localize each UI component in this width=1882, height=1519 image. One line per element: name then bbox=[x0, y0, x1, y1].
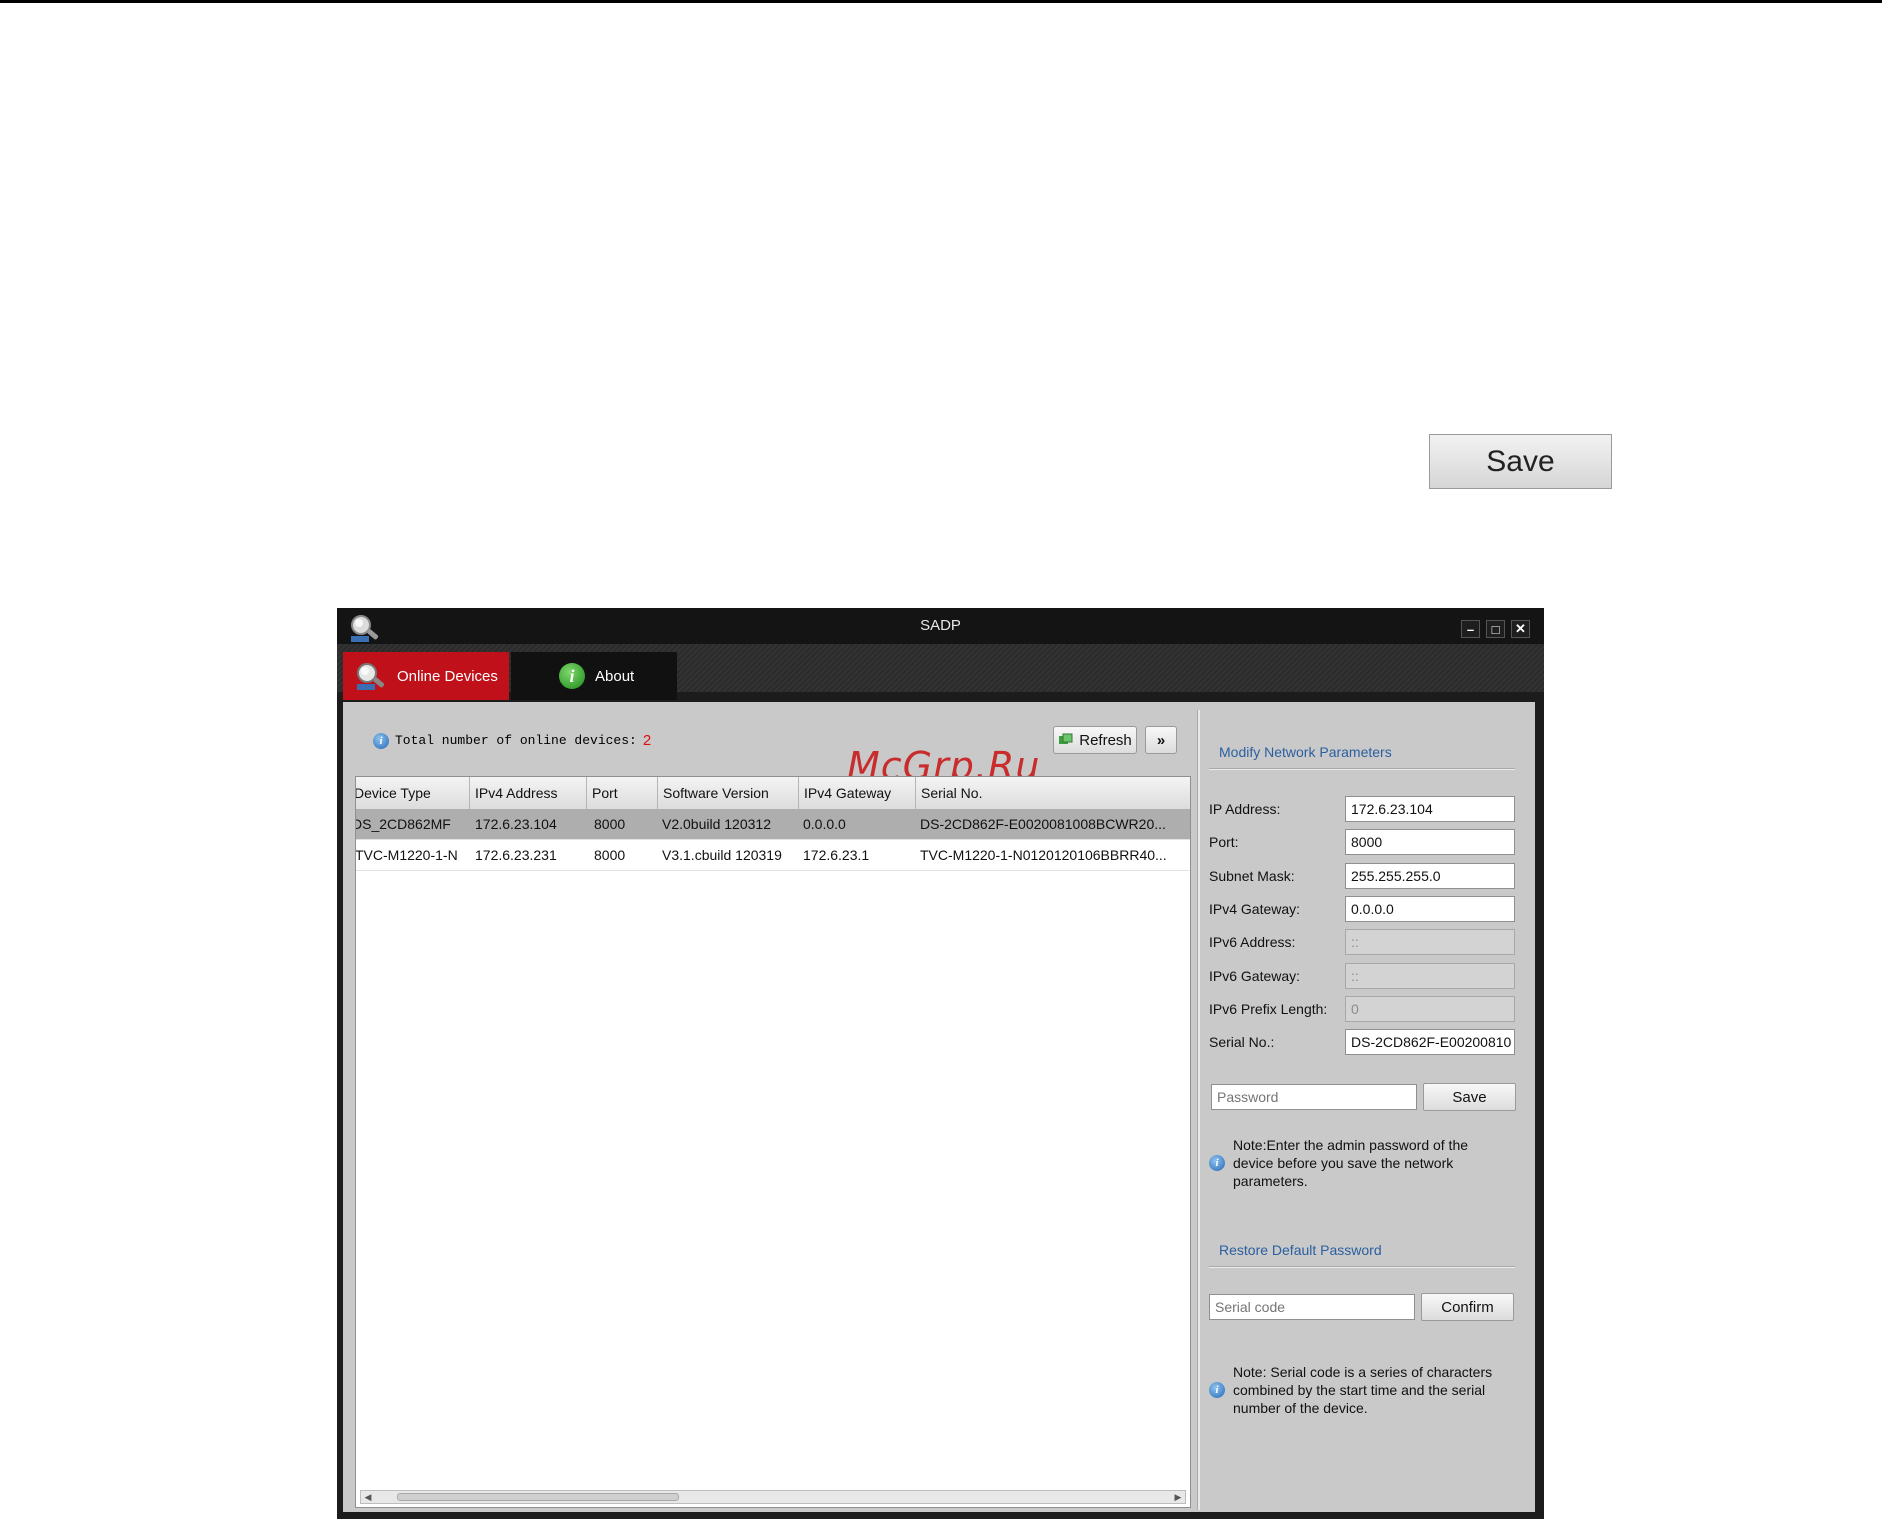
info-icon: i bbox=[373, 732, 389, 749]
cell-port: 8000 bbox=[594, 847, 626, 863]
cell-port: 8000 bbox=[594, 816, 626, 832]
note-line: Note:Enter the admin password of the bbox=[1233, 1137, 1469, 1153]
content-area: i Total number of online devices: 2 Refr… bbox=[343, 702, 1535, 1512]
subnet-mask-label: Subnet Mask: bbox=[1209, 868, 1295, 884]
scroll-right-icon[interactable]: ▶ bbox=[1171, 1491, 1185, 1503]
save-parameters-button[interactable]: Save bbox=[1423, 1083, 1516, 1111]
table-header: Device Type IPv4 Address Port Software V… bbox=[356, 777, 1190, 810]
subnet-mask-field[interactable]: 255.255.255.0 bbox=[1345, 863, 1515, 889]
password-input[interactable] bbox=[1211, 1084, 1417, 1110]
info-icon: i bbox=[1209, 1155, 1225, 1171]
online-device-count-label: Total number of online devices: bbox=[395, 733, 637, 748]
table-row[interactable]: DS_2CD862MF 172.6.23.104 8000 V2.0build … bbox=[355, 809, 1190, 840]
column-header-software-version[interactable]: Software Version bbox=[663, 785, 769, 801]
column-divider bbox=[657, 777, 658, 809]
scroll-left-icon[interactable]: ◀ bbox=[361, 1491, 375, 1503]
ipv6-address-field: :: bbox=[1345, 929, 1515, 955]
column-header-ipv4-address[interactable]: IPv4 Address bbox=[475, 785, 558, 801]
tab-online-devices[interactable]: Online Devices bbox=[343, 652, 509, 700]
column-divider bbox=[586, 777, 587, 809]
online-device-count: i Total number of online devices: 2 bbox=[373, 732, 651, 749]
password-note-text: Note:Enter the admin password of the dev… bbox=[1233, 1136, 1468, 1190]
search-device-icon bbox=[357, 663, 385, 690]
note-line: parameters. bbox=[1233, 1173, 1308, 1189]
column-divider bbox=[469, 777, 470, 809]
serial-code-note-text: Note: Serial code is a series of charact… bbox=[1233, 1363, 1492, 1417]
ipv6-gateway-label: IPv6 Gateway: bbox=[1209, 968, 1301, 984]
column-header-serial-no[interactable]: Serial No. bbox=[921, 785, 982, 801]
note-line: device before you save the network bbox=[1233, 1155, 1454, 1171]
cell-serial-no: TVC-M1220-1-N0120120106BBRR40... bbox=[920, 847, 1167, 863]
tab-online-devices-label: Online Devices bbox=[397, 667, 498, 685]
maximize-button[interactable]: □ bbox=[1486, 620, 1505, 638]
close-button[interactable]: ✕ bbox=[1511, 620, 1530, 638]
refresh-button[interactable]: Refresh bbox=[1053, 726, 1137, 754]
tab-about-label: About bbox=[595, 667, 635, 685]
ipv6-gateway-field: :: bbox=[1345, 963, 1515, 989]
ip-address-field[interactable]: 172.6.23.104 bbox=[1345, 796, 1515, 822]
serial-no-field[interactable]: DS-2CD862F-E00200810 bbox=[1345, 1029, 1515, 1055]
column-divider bbox=[798, 777, 799, 809]
ipv6-address-label: IPv6 Address: bbox=[1209, 934, 1296, 950]
password-note: i Note:Enter the admin password of the d… bbox=[1209, 1136, 1468, 1190]
ipv4-gateway-field[interactable]: 0.0.0.0 bbox=[1345, 896, 1515, 922]
serial-no-label: Serial No.: bbox=[1209, 1034, 1275, 1050]
ipv6-prefix-length-field: 0 bbox=[1345, 996, 1515, 1022]
tab-bar: Online Devices i About bbox=[337, 644, 1544, 700]
cell-ipv4-address: 172.6.23.104 bbox=[475, 816, 557, 832]
ipv4-gateway-label: IPv4 Gateway: bbox=[1209, 901, 1301, 917]
refresh-label: Refresh bbox=[1079, 731, 1132, 749]
info-icon: i bbox=[1209, 1382, 1225, 1398]
tab-about[interactable]: i About bbox=[511, 652, 677, 700]
ipv6-prefix-length-label: IPv6 Prefix Length: bbox=[1209, 1001, 1328, 1017]
cell-device-type: DS_2CD862MF bbox=[355, 816, 451, 832]
scrollbar-thumb[interactable] bbox=[397, 1493, 679, 1501]
port-label: Port: bbox=[1209, 834, 1239, 850]
cell-serial-no: DS-2CD862F-E0020081008BCWR20... bbox=[920, 816, 1166, 832]
minimize-button[interactable]: – bbox=[1461, 620, 1480, 638]
refresh-icon bbox=[1059, 733, 1073, 744]
serial-code-input[interactable] bbox=[1209, 1294, 1415, 1320]
note-line: number of the device. bbox=[1233, 1400, 1368, 1416]
cell-ipv4-gateway: 0.0.0.0 bbox=[803, 816, 846, 832]
column-divider bbox=[915, 777, 916, 809]
cell-device-type: TVC-M1220-1-N bbox=[355, 847, 458, 863]
online-device-count-value: 2 bbox=[642, 732, 652, 749]
restore-password-heading: Restore Default Password bbox=[1219, 1242, 1382, 1258]
note-line: combined by the start time and the seria… bbox=[1233, 1382, 1486, 1398]
sadp-window: SADP – □ ✕ Online Devices i About i Tota… bbox=[337, 608, 1544, 1519]
cell-ipv4-address: 172.6.23.231 bbox=[475, 847, 557, 863]
table-row[interactable]: TVC-M1220-1-N 172.6.23.231 8000 V3.1.cbu… bbox=[355, 840, 1190, 871]
cell-ipv4-gateway: 172.6.23.1 bbox=[803, 847, 870, 863]
save-button-large[interactable]: Save bbox=[1429, 434, 1612, 489]
ip-address-label: IP Address: bbox=[1209, 801, 1281, 817]
window-title: SADP bbox=[920, 617, 961, 634]
panel-divider bbox=[1197, 710, 1200, 1510]
device-table: Device Type IPv4 Address Port Software V… bbox=[355, 776, 1191, 1508]
confirm-button[interactable]: Confirm bbox=[1421, 1293, 1514, 1321]
modify-network-heading: Modify Network Parameters bbox=[1219, 744, 1392, 760]
column-header-port[interactable]: Port bbox=[592, 785, 618, 801]
top-rule bbox=[0, 0, 1882, 3]
info-icon: i bbox=[559, 663, 585, 689]
note-line: Note: Serial code is a series of charact… bbox=[1233, 1364, 1493, 1380]
serial-code-note: i Note: Serial code is a series of chara… bbox=[1209, 1363, 1492, 1417]
column-header-device-type[interactable]: Device Type bbox=[356, 785, 431, 801]
cell-software-version: V2.0build 120312 bbox=[662, 816, 771, 832]
title-bar: SADP – □ ✕ bbox=[337, 608, 1544, 644]
port-field[interactable]: 8000 bbox=[1345, 829, 1515, 855]
expand-panel-button[interactable]: » bbox=[1145, 726, 1177, 754]
section-divider bbox=[1209, 768, 1515, 770]
column-header-ipv4-gateway[interactable]: IPv4 Gateway bbox=[804, 785, 891, 801]
cell-software-version: V3.1.cbuild 120319 bbox=[662, 847, 782, 863]
section-divider bbox=[1209, 1266, 1515, 1268]
horizontal-scrollbar[interactable]: ◀ ▶ bbox=[360, 1490, 1186, 1504]
